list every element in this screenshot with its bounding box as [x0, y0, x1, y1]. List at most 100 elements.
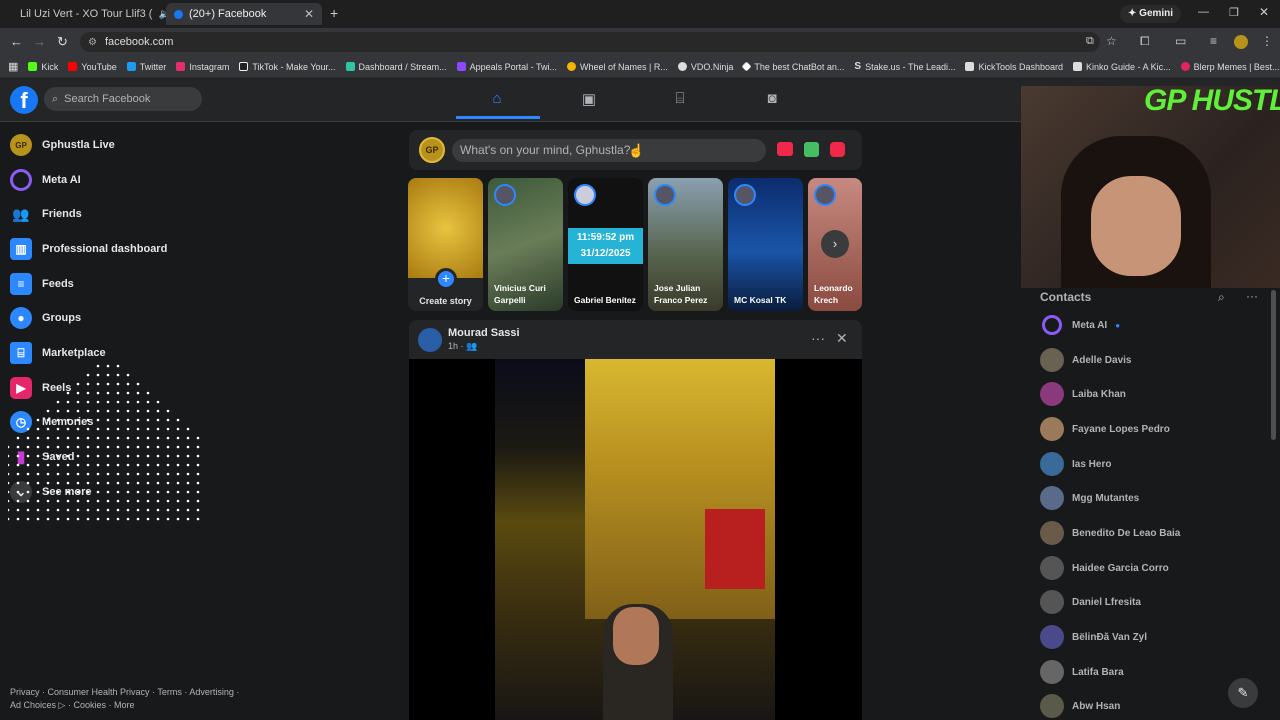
marketplace-icon[interactable]: ⌸: [670, 90, 690, 110]
search-icon[interactable]: ⌕: [1218, 290, 1225, 305]
site-info-icon[interactable]: ⚙: [88, 37, 97, 48]
contact-item[interactable]: Haidee Garcia Corro: [1040, 554, 1169, 582]
contact-item[interactable]: Adelle Davis: [1040, 346, 1131, 374]
close-tab-icon[interactable]: ✕: [304, 7, 314, 21]
search-input[interactable]: ⌕ Search Facebook: [44, 87, 202, 111]
contact-item[interactable]: Laiba Khan: [1040, 380, 1126, 408]
contact-item[interactable]: Benedito De Leao Baia: [1040, 519, 1180, 547]
cursor-hand-icon: ☝: [628, 143, 645, 158]
sidebar-item-friends[interactable]: 👥 Friends: [10, 200, 81, 228]
story-card[interactable]: Jose Julian Franco Perez: [648, 178, 723, 311]
plus-icon: +: [435, 268, 457, 290]
install-icon[interactable]: ⧉: [1086, 35, 1094, 48]
contact-item[interactable]: BëlinĐă Van Zyl: [1040, 623, 1147, 651]
bookmark-star-icon[interactable]: ☆: [1106, 34, 1117, 48]
close-icon[interactable]: ✕: [836, 330, 848, 347]
video-icon[interactable]: ▣: [579, 90, 599, 110]
sidebar-item-profile[interactable]: GP Gphustla Live: [10, 131, 115, 159]
post-timestamp[interactable]: 1h · 👥: [448, 341, 477, 352]
status-input[interactable]: What's on your mind, Gphustla?: [452, 139, 766, 162]
create-story-card[interactable]: + Create story: [408, 178, 483, 311]
contact-item[interactable]: Latifa Bara: [1040, 658, 1124, 686]
visualizer-dot: [76, 481, 80, 485]
reload-icon[interactable]: ↻: [57, 34, 68, 50]
sidebar-item-professional-dashboard[interactable]: ▥ Professional dashboard: [10, 235, 167, 263]
new-tab-button[interactable]: +: [330, 5, 338, 21]
live-video-icon[interactable]: [777, 142, 793, 156]
home-icon[interactable]: ⌂: [487, 90, 507, 110]
visualizer-dot: [186, 463, 190, 467]
bookmark-item[interactable]: The best ChatBot an...: [741, 61, 844, 72]
sidebar-item-feeds[interactable]: ≡ Feeds: [10, 270, 74, 298]
facebook-logo[interactable]: f: [10, 86, 38, 114]
post-photo[interactable]: [495, 359, 775, 720]
contact-item[interactable]: Meta AI ●: [1040, 311, 1120, 339]
profile-avatar: GP: [10, 134, 32, 156]
bookmark-item[interactable]: Kick: [28, 62, 58, 72]
minimize-button[interactable]: —: [1198, 6, 1209, 18]
bookmark-item[interactable]: Appeals Portal - Twi...: [456, 62, 557, 72]
visualizer-dot: [176, 436, 180, 440]
footer-line[interactable]: Ad Choices ▷ · Cookies · More: [10, 699, 250, 712]
close-window-button[interactable]: ✕: [1259, 5, 1269, 19]
apps-grid-icon[interactable]: ▦: [8, 60, 18, 73]
media-icon[interactable]: ≡: [1210, 34, 1217, 48]
bookmark-item[interactable]: TikTok - Make Your...: [239, 62, 336, 72]
bookmark-item[interactable]: KickTools Dashboard: [965, 62, 1063, 72]
bookmark-item[interactable]: Blerp Memes | Best...: [1180, 62, 1279, 72]
story-card[interactable]: 11:59:52 pm 31/12/2025 Gabriel Benítez: [568, 178, 643, 311]
back-arrow-icon[interactable]: ←: [10, 34, 23, 49]
visualizer-dot: [126, 490, 130, 494]
gaming-icon[interactable]: ◙: [762, 90, 782, 110]
bookmark-item[interactable]: S Stake.us - The Leadi...: [854, 61, 955, 72]
visualizer-dot: [106, 508, 110, 512]
visualizer-dot: [186, 436, 190, 440]
visualizer-dot: [76, 427, 80, 431]
bookmark-item[interactable]: Dashboard / Stream...: [345, 62, 447, 72]
stories-next-button[interactable]: ›: [821, 230, 849, 258]
sidebar-item-meta-ai[interactable]: Meta AI: [10, 166, 81, 194]
contact-item[interactable]: Abw Hsan: [1040, 692, 1120, 720]
visualizer-dot: [156, 472, 160, 476]
visualizer-dot: [146, 472, 150, 476]
contact-item[interactable]: Ias Hero: [1040, 450, 1111, 478]
chatbot-icon: [741, 61, 752, 72]
visualizer-dot: [146, 436, 150, 440]
menu-icon[interactable]: ⋮: [1261, 34, 1273, 48]
forward-arrow-icon[interactable]: →: [33, 34, 46, 49]
reel-icon[interactable]: [830, 142, 845, 157]
more-options-icon[interactable]: ···: [1246, 289, 1258, 303]
bookmark-item[interactable]: Wheel of Names | R...: [566, 62, 668, 72]
visualizer-dot: [116, 454, 120, 458]
bookmark-item[interactable]: Twitter: [126, 62, 166, 72]
tab-youtube[interactable]: Lil Uzi Vert - XO Tour Llif3 ( 🔈 ✕: [6, 3, 166, 25]
bookmark-item[interactable]: Instagram: [176, 62, 229, 72]
visualizer-dot: [146, 499, 150, 503]
scrollbar[interactable]: [1271, 290, 1276, 440]
sidebar-item-groups[interactable]: ● Groups: [10, 304, 81, 332]
contact-item[interactable]: Mgg Mutantes: [1040, 484, 1139, 512]
composer-avatar[interactable]: GP: [419, 137, 445, 163]
tab-facebook[interactable]: (20+) Facebook ✕: [166, 3, 322, 25]
speaker-icon[interactable]: 🔈: [158, 9, 166, 20]
new-message-button[interactable]: ✎: [1228, 678, 1258, 708]
photo-video-icon[interactable]: [804, 142, 819, 157]
profile-avatar[interactable]: [1234, 35, 1248, 49]
contact-item[interactable]: Daniel Lfresita: [1040, 588, 1141, 616]
post-author-avatar[interactable]: [418, 328, 442, 352]
visualizer-dot: [76, 418, 80, 422]
more-options-icon[interactable]: ···: [811, 330, 825, 346]
url-field[interactable]: ⚙ facebook.com: [80, 32, 1100, 52]
story-card[interactable]: Vinicius Curi Garpelli: [488, 178, 563, 311]
gemini-button[interactable]: ✦ Gemini: [1120, 5, 1182, 23]
post-author-name[interactable]: Mourad Sassi: [448, 327, 520, 339]
footer-line[interactable]: Privacy · Consumer Health Privacy · Term…: [10, 686, 250, 699]
contact-item[interactable]: Fayane Lopes Pedro: [1040, 415, 1170, 443]
bookmark-item[interactable]: YouTube: [68, 62, 117, 72]
cast-icon[interactable]: ▭: [1175, 34, 1186, 48]
maximize-button[interactable]: ❐: [1229, 6, 1239, 19]
bookmark-item[interactable]: VDO.Ninja: [677, 62, 733, 72]
extensions-icon[interactable]: ⧠: [1140, 34, 1150, 49]
story-card[interactable]: MC Kosal TK: [728, 178, 803, 311]
bookmark-item[interactable]: Kinko Guide - A Kic...: [1073, 62, 1171, 72]
